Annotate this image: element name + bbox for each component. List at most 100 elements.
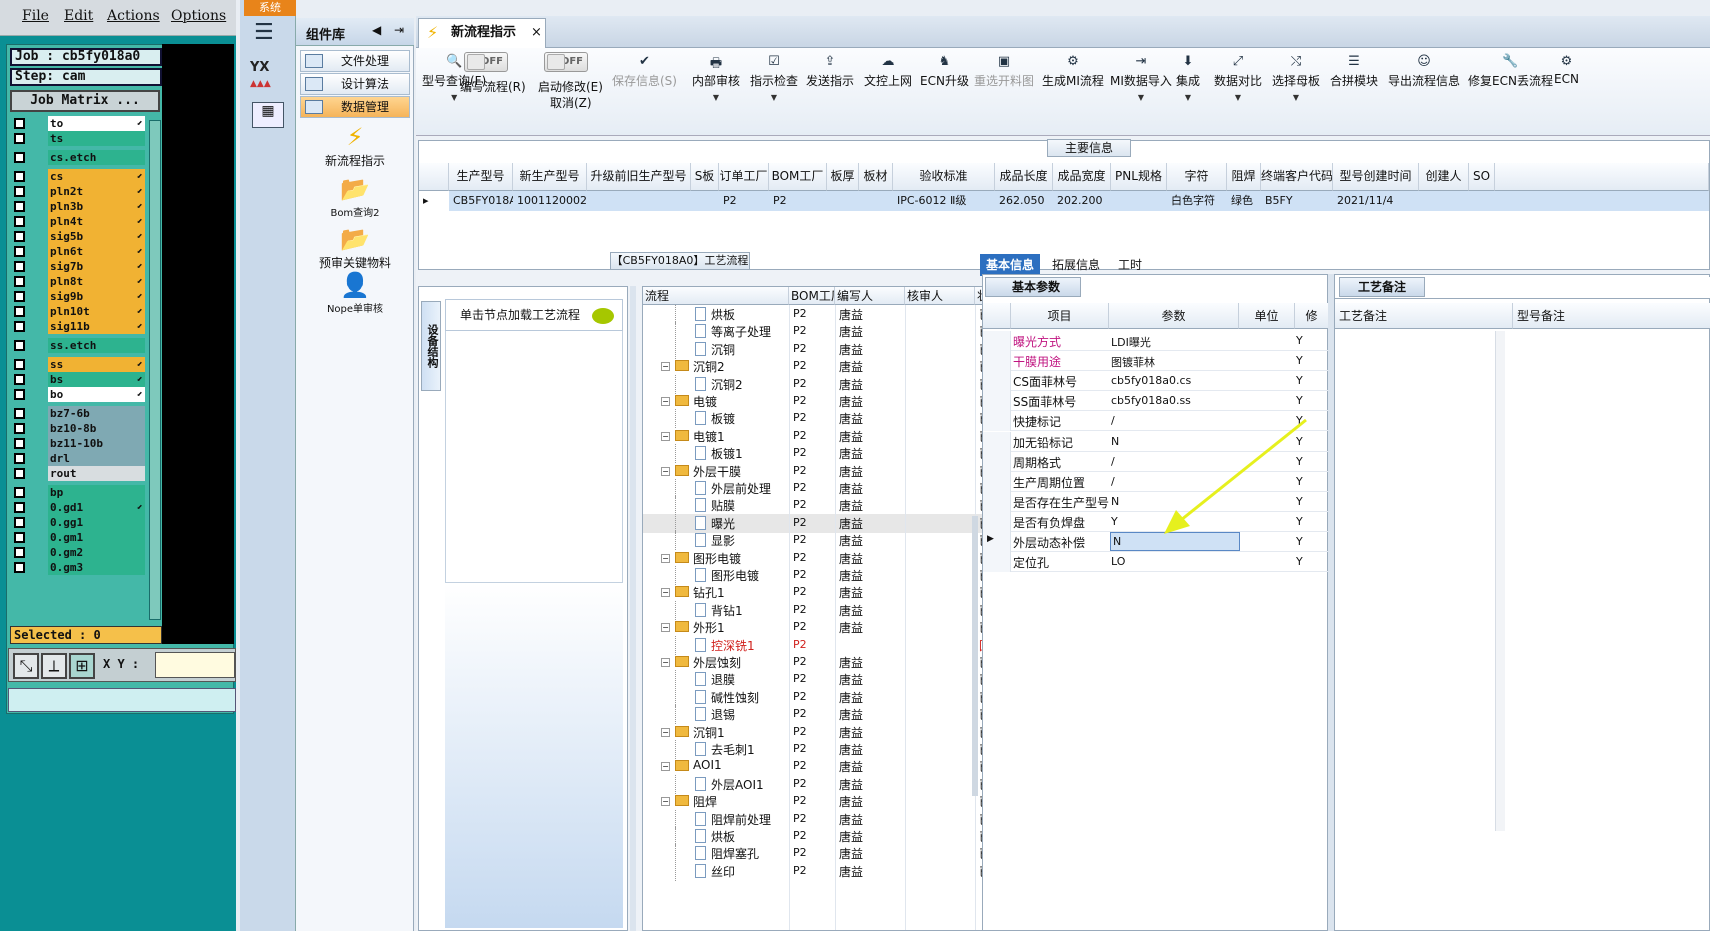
tree-row[interactable]: 烘板P2唐益已编写 bbox=[643, 305, 987, 324]
genesis-graphic-area[interactable] bbox=[162, 44, 234, 644]
layer-row[interactable]: ss ⬋ bbox=[14, 357, 146, 372]
main-cell-15[interactable]: 2021/11/4 bbox=[1333, 191, 1419, 211]
tab-basic-info[interactable]: 基本信息 bbox=[980, 254, 1041, 276]
param-row[interactable]: 曝光方式 LDI曝光 Y bbox=[983, 331, 1329, 351]
param-value[interactable]: cb5fy018a0.ss bbox=[1111, 394, 1191, 407]
layer-row[interactable]: to ⬋ bbox=[14, 116, 146, 131]
layer-checkbox[interactable] bbox=[14, 487, 25, 498]
layer-checkbox[interactable] bbox=[14, 562, 25, 573]
menu-file[interactable]: File bbox=[22, 8, 49, 24]
layer-name[interactable]: sig9b ⬋ bbox=[48, 289, 145, 304]
layer-checkbox[interactable] bbox=[14, 171, 25, 182]
layer-checkbox[interactable] bbox=[14, 468, 25, 479]
layer-checkbox[interactable] bbox=[14, 532, 25, 543]
layer-name[interactable]: drl bbox=[48, 451, 145, 466]
layer-name[interactable]: bp bbox=[48, 485, 145, 500]
main-cell-10[interactable]: 202.200 bbox=[1053, 191, 1111, 211]
tree-row[interactable]: 退锡P2唐益已编写 bbox=[643, 705, 987, 725]
collapse-icon[interactable]: − bbox=[661, 727, 670, 737]
layer-checkbox[interactable] bbox=[14, 276, 25, 287]
lib-item-design-algo[interactable]: 设计算法 bbox=[300, 73, 410, 95]
layer-name[interactable]: rout bbox=[48, 466, 145, 481]
layer-checkbox[interactable] bbox=[14, 118, 25, 129]
main-col-2[interactable]: 升级前旧生产型号 bbox=[587, 163, 691, 191]
toolbar-button-7[interactable]: ▣ 重选开料图 bbox=[974, 54, 1034, 89]
toolbar-button-8[interactable]: ⚙ 生成MI流程 bbox=[1042, 54, 1104, 89]
layer-row[interactable]: sig7b ⬋ bbox=[14, 259, 146, 274]
main-col-0[interactable]: 生产型号 bbox=[449, 163, 513, 191]
pin-icon[interactable]: ⇥ bbox=[394, 23, 404, 37]
layer-row[interactable]: bz10-8b bbox=[14, 421, 146, 436]
main-cell-16[interactable] bbox=[1419, 191, 1469, 211]
main-col-11[interactable]: PNL规格 bbox=[1111, 163, 1167, 191]
layer-name[interactable]: bz11-10b bbox=[48, 436, 145, 451]
param-value[interactable]: / bbox=[1111, 475, 1115, 488]
collapse-icon[interactable]: − bbox=[661, 588, 670, 598]
collapse-icon[interactable]: − bbox=[661, 658, 670, 667]
layer-name[interactable]: cs.etch bbox=[48, 150, 145, 165]
layer-name[interactable]: ss ⬋ bbox=[48, 357, 145, 372]
tree-row[interactable]: −外层蚀刻P2唐益已编写 bbox=[643, 653, 987, 672]
menu-actions[interactable]: Actions bbox=[107, 8, 160, 24]
layer-checkbox[interactable] bbox=[14, 201, 25, 212]
layer-name[interactable]: 0.gd1 ⬋ bbox=[48, 500, 145, 515]
xy-input[interactable] bbox=[155, 652, 235, 678]
layer-checkbox[interactable] bbox=[14, 374, 25, 385]
col-modify[interactable]: 修 bbox=[1295, 303, 1329, 329]
grid-icon[interactable]: ⊞ bbox=[69, 653, 95, 679]
main-col-13[interactable]: 阻焊 bbox=[1227, 163, 1261, 191]
layer-checkbox[interactable] bbox=[14, 359, 25, 370]
tree-row[interactable]: 阻焊塞孔P2唐益已编写 bbox=[643, 844, 987, 864]
main-col-16[interactable]: 创建人 bbox=[1419, 163, 1469, 191]
layer-checkbox[interactable] bbox=[14, 306, 25, 317]
main-col-3[interactable]: S板 bbox=[691, 163, 719, 191]
toolbar-button-10[interactable]: ⬇ 集成 ▼ bbox=[1176, 54, 1200, 102]
toolbar-button-2[interactable]: 🖶 内部审核 ▼ bbox=[692, 54, 740, 102]
param-value[interactable]: / bbox=[1111, 455, 1115, 468]
main-col-12[interactable]: 字符 bbox=[1167, 163, 1227, 191]
main-cell-9[interactable]: 262.050 bbox=[995, 191, 1053, 211]
layer-checkbox[interactable] bbox=[14, 502, 25, 513]
col-flow[interactable]: 流程 bbox=[643, 287, 789, 305]
param-row[interactable]: CS面菲林号 cb5fy018a0.cs Y bbox=[983, 371, 1329, 392]
tree-row[interactable]: 板镀P2唐益已编写 bbox=[643, 409, 987, 429]
main-cell-12[interactable]: 白色字符 bbox=[1167, 191, 1227, 211]
main-col-17[interactable]: SO bbox=[1469, 163, 1495, 191]
layer-row[interactable]: pln6t ⬋ bbox=[14, 244, 146, 259]
tab-basic-params[interactable]: 基本参数 bbox=[985, 277, 1081, 297]
collapse-icon[interactable]: − bbox=[661, 623, 670, 633]
layer-checkbox[interactable] bbox=[14, 261, 25, 272]
layer-name[interactable]: bz10-8b bbox=[48, 421, 145, 436]
main-col-8[interactable]: 验收标准 bbox=[893, 163, 995, 191]
layer-name[interactable]: 0.gg1 bbox=[48, 515, 145, 530]
layer-checkbox[interactable] bbox=[14, 408, 25, 419]
param-value[interactable]: / bbox=[1111, 414, 1115, 427]
main-cell-6[interactable] bbox=[827, 191, 859, 211]
main-col-7[interactable]: 板材 bbox=[859, 163, 893, 191]
layer-name[interactable]: pln8t ⬋ bbox=[48, 274, 145, 289]
layer-name[interactable]: sig5b ⬋ bbox=[48, 229, 145, 244]
layer-row[interactable]: bo ⬋ bbox=[14, 387, 146, 402]
layer-checkbox[interactable] bbox=[14, 152, 25, 163]
layer-name[interactable]: pln4t ⬋ bbox=[48, 214, 145, 229]
tree-row[interactable]: −钻孔1P2唐益已编写 bbox=[643, 583, 987, 602]
chevron-down-icon[interactable]: ▼ bbox=[1176, 93, 1200, 102]
toolbar-button-16[interactable]: ⚙ ECN bbox=[1554, 54, 1579, 86]
tree-row[interactable]: −沉铜2P2唐益已编写 bbox=[643, 357, 987, 376]
layer-row[interactable]: pln3b ⬋ bbox=[14, 199, 146, 214]
tree-row[interactable]: 沉铜P2唐益已编写 bbox=[643, 339, 987, 359]
menu-edit[interactable]: Edit bbox=[64, 8, 93, 24]
collapse-icon[interactable]: − bbox=[661, 762, 670, 772]
main-cell-3[interactable] bbox=[691, 191, 719, 211]
tree-row[interactable]: 背钻1P2唐益已编写 bbox=[643, 600, 987, 620]
col-item[interactable]: 项目 bbox=[1011, 303, 1109, 329]
layer-row[interactable]: 0.gg1 bbox=[14, 515, 146, 530]
main-cell-0[interactable]: CB5FY018A0 bbox=[449, 191, 513, 211]
layer-checkbox[interactable] bbox=[14, 340, 25, 351]
tree-row[interactable]: 控深铣1P2回退 bbox=[643, 635, 987, 655]
tree-row[interactable]: 碱性蚀刻P2唐益已编写 bbox=[643, 687, 987, 707]
main-col-1[interactable]: 新生产型号 bbox=[513, 163, 587, 191]
main-cell-11[interactable] bbox=[1111, 191, 1167, 211]
layer-checkbox[interactable] bbox=[14, 453, 25, 464]
tree-row[interactable]: 阻焊前处理P2唐益已编写 bbox=[643, 809, 987, 829]
